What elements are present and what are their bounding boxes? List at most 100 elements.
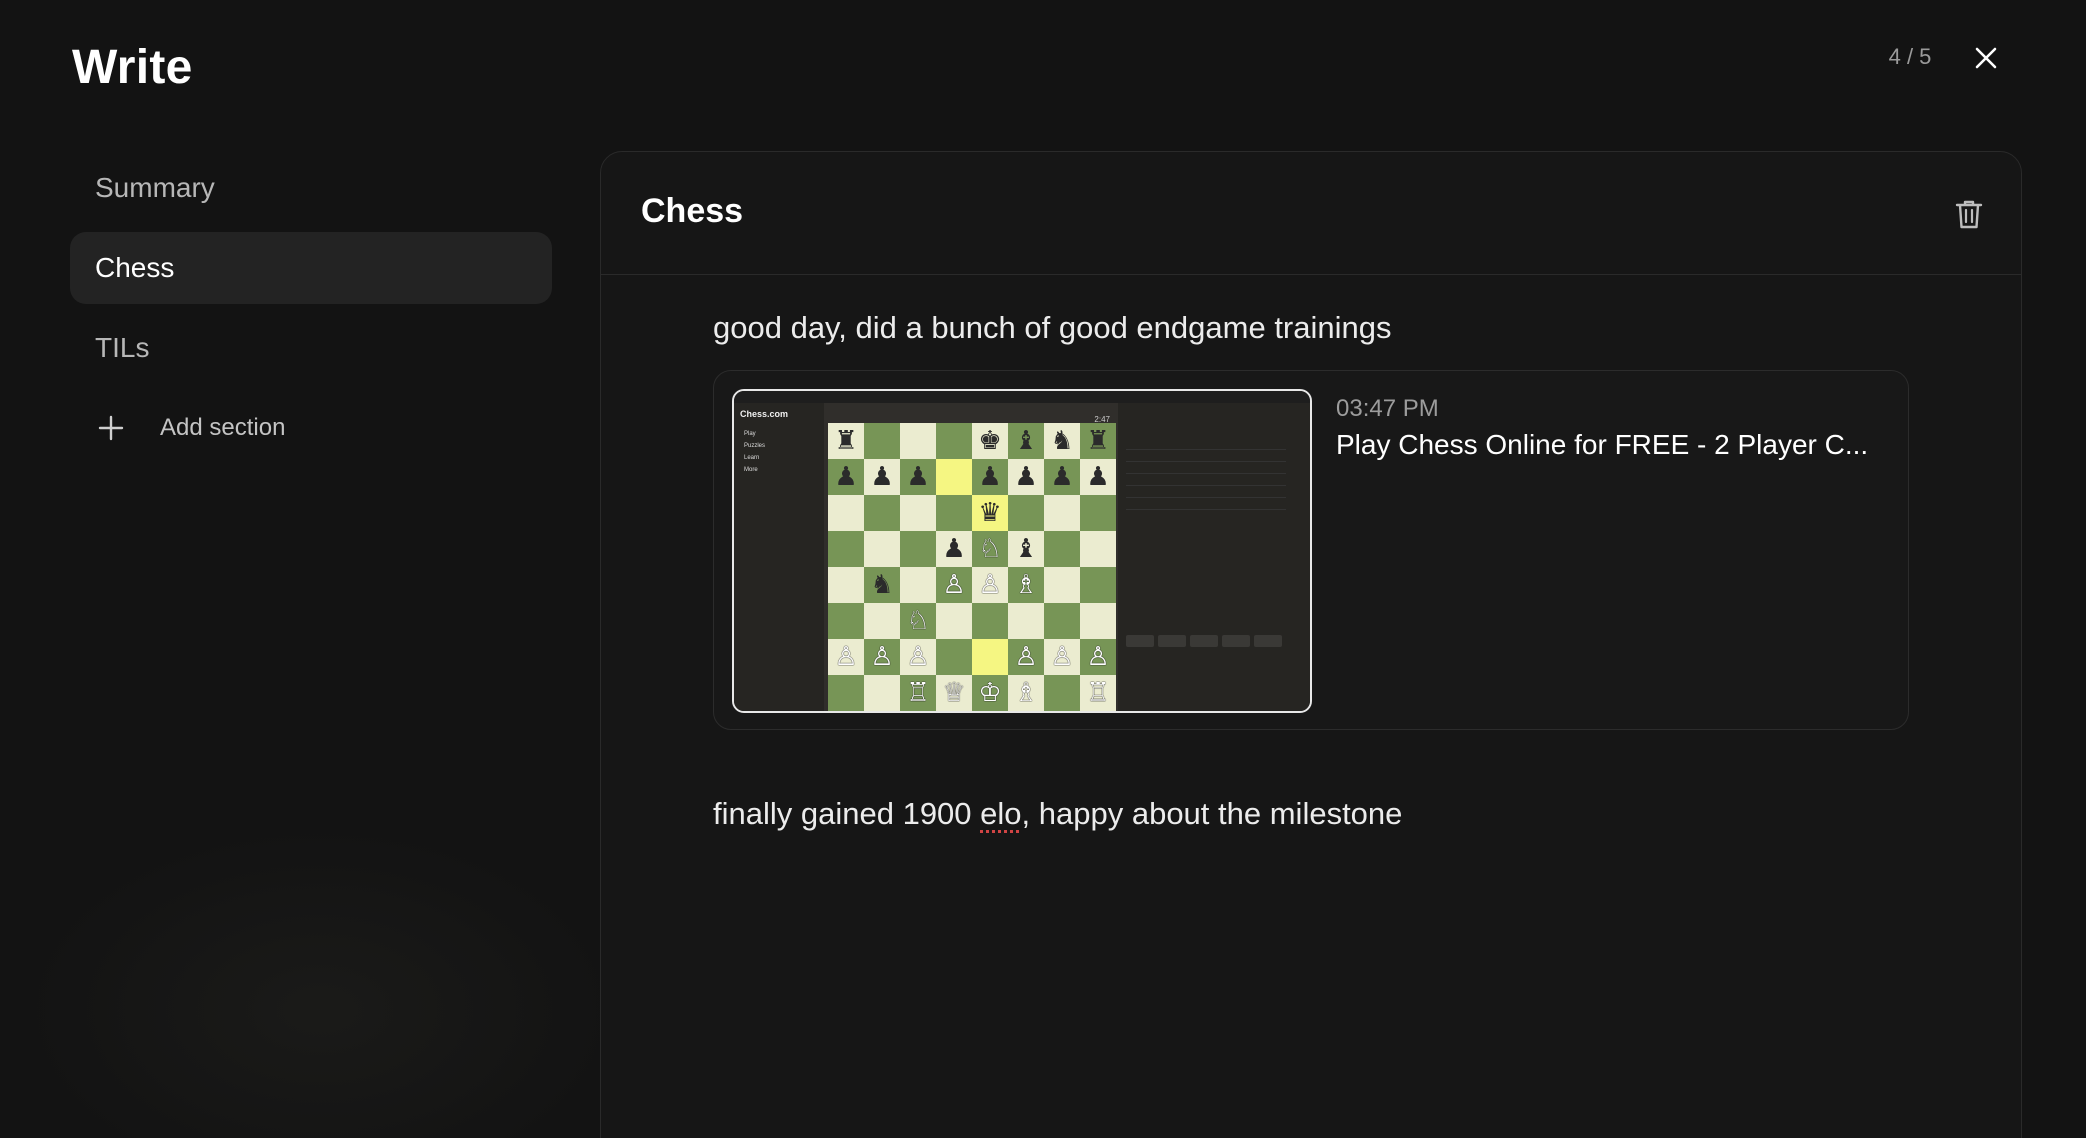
chess-piece: ♙ [870, 642, 894, 672]
chess-square [864, 423, 900, 459]
chess-square [828, 603, 864, 639]
sidebar-item-summary[interactable]: Summary [70, 152, 552, 224]
chess-square [828, 495, 864, 531]
chess-piece: ♟ [942, 534, 966, 564]
page-title: Write [72, 41, 193, 94]
misspelled-word: elo [980, 796, 1022, 831]
chess-square: ♞ [1044, 423, 1080, 459]
chess-square: ♙ [864, 639, 900, 675]
chess-square: ♜ [828, 423, 864, 459]
chess-square: ♚ [972, 423, 1008, 459]
chess-square [936, 603, 972, 639]
chess-square [900, 423, 936, 459]
sidebar-item-label: Chess [95, 252, 175, 283]
link-card-title: Play Chess Online for FREE - 2 Player C.… [1336, 429, 1869, 460]
close-button[interactable] [1966, 38, 2006, 78]
chess-square: ♙ [1044, 639, 1080, 675]
section-sidebar: Summary Chess TILs Add section [70, 152, 552, 464]
thumbnail-menu-item: Play [744, 431, 756, 437]
chess-piece: ♗ [1014, 570, 1038, 600]
link-preview-card[interactable]: Chess.com Play Puzzles Learn More 2:47 ♜… [713, 370, 1909, 730]
chess-square [1044, 495, 1080, 531]
thumbnail-move-row [1126, 503, 1286, 510]
thumbnail-menu-item: More [744, 467, 758, 473]
sidebar-item-tils[interactable]: TILs [70, 312, 552, 384]
chess-square [972, 639, 1008, 675]
chess-piece: ♟ [870, 462, 894, 492]
panel-header: Chess [601, 152, 2021, 275]
add-section-button[interactable]: Add section [70, 392, 552, 464]
chess-square: ♟ [972, 459, 1008, 495]
chess-square [1008, 603, 1044, 639]
chess-square [864, 603, 900, 639]
chess-square: ♛ [972, 495, 1008, 531]
chess-square [1080, 531, 1116, 567]
chess-piece: ♕ [942, 678, 966, 708]
chess-square: ♟ [1008, 459, 1044, 495]
chess-piece: ♟ [1086, 462, 1110, 492]
chess-piece: ♗ [1014, 678, 1038, 708]
chess-square: ♙ [828, 639, 864, 675]
sidebar-item-chess[interactable]: Chess [70, 232, 552, 304]
chess-square [1044, 675, 1080, 711]
thumbnail-move-row [1126, 443, 1286, 450]
entry-text[interactable]: good day, did a bunch of good endgame tr… [713, 310, 1392, 346]
chess-piece: ♖ [906, 678, 930, 708]
chess-piece: ♙ [1050, 642, 1074, 672]
chess-square [936, 459, 972, 495]
entry-text-part: , happy about the milestone [1021, 796, 1403, 831]
chess-piece: ♙ [834, 642, 858, 672]
chess-square: ♟ [900, 459, 936, 495]
chess-square: ♗ [1008, 567, 1044, 603]
chess-square: ♟ [1080, 459, 1116, 495]
chess-square [1044, 603, 1080, 639]
chess-square: ♔ [972, 675, 1008, 711]
chess-square [936, 639, 972, 675]
chess-square: ♟ [828, 459, 864, 495]
thumbnail-move-row [1126, 455, 1286, 462]
chess-square: ♟ [936, 531, 972, 567]
page-counter: 4 / 5 [1888, 44, 1932, 69]
delete-section-button[interactable] [1951, 196, 1987, 232]
thumbnail-control [1158, 635, 1186, 647]
chess-piece: ♘ [906, 606, 930, 636]
entry-text-milestone[interactable]: finally gained 1900 elo, happy about the… [713, 796, 1402, 832]
chess-square: ♙ [900, 639, 936, 675]
chess-square [1044, 531, 1080, 567]
chess-board: ♜ ♚ ♝ ♞ ♜ ♟ ♟ ♟ ♟ ♟ ♟ ♟ ♛ ♟ ♘ ♝ ♞ ♙ ♙ ♗ ♘ ♙ ♙ ♙ ♙ ♙ ♙ ♖ ♕ ♔ ♗ ♖ [828, 423, 1116, 711]
chess-square: ♖ [900, 675, 936, 711]
chess-square: ♕ [936, 675, 972, 711]
thumbnail-move-row [1126, 467, 1286, 474]
thumbnail-move-controls [1126, 635, 1282, 647]
thumbnail-move-row [1126, 479, 1286, 486]
thumbnail-sidebar: Chess.com Play Puzzles Learn More [734, 403, 824, 711]
chess-square: ♙ [1008, 639, 1044, 675]
chess-piece: ♟ [906, 462, 930, 492]
chess-piece: ♜ [834, 426, 858, 456]
chess-square [936, 423, 972, 459]
chess-square: ♜ [1080, 423, 1116, 459]
chess-square: ♟ [1044, 459, 1080, 495]
chess-square [828, 675, 864, 711]
chess-piece: ♞ [870, 570, 894, 600]
chess-piece: ♙ [906, 642, 930, 672]
screenshot-thumbnail: Chess.com Play Puzzles Learn More 2:47 ♜… [732, 389, 1312, 713]
chess-square: ♙ [1080, 639, 1116, 675]
thumbnail-control [1190, 635, 1218, 647]
chess-square [864, 531, 900, 567]
chess-square [828, 531, 864, 567]
thumbnail-browser-bar [734, 391, 1310, 403]
chess-square [900, 495, 936, 531]
chess-piece: ♟ [978, 462, 1002, 492]
chess-piece: ♙ [978, 570, 1002, 600]
chess-square: ♙ [936, 567, 972, 603]
chess-square: ♘ [972, 531, 1008, 567]
chess-square [936, 495, 972, 531]
chess-piece: ♞ [1050, 426, 1074, 456]
add-section-label: Add section [160, 414, 286, 441]
chess-piece: ♘ [978, 534, 1002, 564]
chess-square: ♘ [900, 603, 936, 639]
chess-square [900, 531, 936, 567]
thumbnail-move-row [1126, 491, 1286, 498]
thumbnail-menu-item: Puzzles [744, 443, 766, 449]
